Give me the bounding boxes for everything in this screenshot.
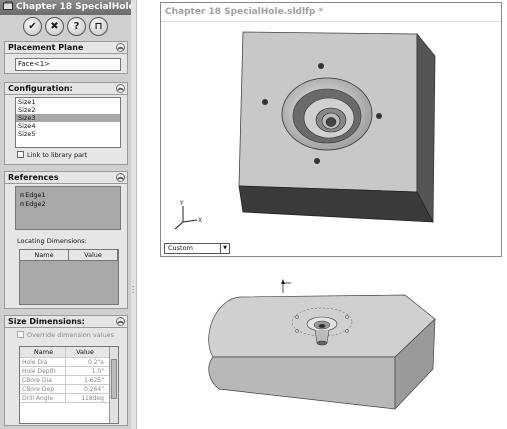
property-manager-title-text: Chapter 18 SpecialHole	[16, 2, 131, 12]
scrollbar-thumb[interactable]	[111, 359, 117, 399]
list-item[interactable]: Size4	[16, 122, 120, 130]
size-dimensions-header[interactable]: Size Dimensions: ︽	[5, 316, 127, 328]
property-manager: Chapter 18 SpecialHole ✔ ✖ ? ⊓ Placement…	[0, 0, 132, 429]
model-preview-viewport[interactable]	[195, 277, 445, 424]
list-item[interactable]: Size2	[16, 106, 120, 114]
table-row[interactable]: Hole Depth 1.0"	[20, 367, 118, 376]
collapse-icon[interactable]: ︽	[116, 84, 125, 93]
list-item[interactable]: ⍝Edge2	[16, 200, 120, 209]
cancel-icon: ✖	[50, 21, 59, 32]
column-header-name: Name	[20, 347, 66, 357]
pin-icon: ⍝	[20, 200, 25, 208]
override-label: Override dimension values	[27, 331, 115, 339]
help-icon: ?	[73, 21, 80, 32]
hole-center[interactable]	[318, 324, 326, 328]
table-row[interactable]: CBore Dep 0.264"	[20, 385, 118, 394]
placement-plane-group: Placement Plane ︽ Face<1>	[4, 41, 128, 74]
svg-text:X: X	[198, 217, 202, 224]
placement-plane-title: Placement Plane	[8, 43, 84, 52]
table-row[interactable]: Drill Angle 118deg	[20, 394, 118, 403]
table-cell: CBore Dia	[20, 376, 66, 384]
references-list: ⍝Edge1 ⍝Edge2	[15, 186, 121, 230]
table-cell: CBore Dep	[20, 385, 66, 393]
window-title: Chapter 18 SpecialHole.sldlfp *	[161, 3, 501, 22]
configuration-list: Size1 Size2 Size3 Size4 Size5	[15, 97, 121, 148]
collapse-icon[interactable]: ︽	[116, 173, 125, 182]
cancel-button[interactable]: ✖	[45, 17, 64, 36]
locating-dimensions-label: Locating Dimensions:	[17, 237, 87, 245]
locating-dimensions-table[interactable]: Name Value	[19, 249, 119, 305]
help-button[interactable]: ?	[67, 17, 86, 36]
table-row[interactable]: Hole Dia 0.2"e	[20, 358, 118, 367]
checkbox-box[interactable]	[17, 331, 24, 338]
collapse-icon[interactable]: ︽	[116, 317, 125, 326]
list-item[interactable]: Size5	[16, 130, 120, 138]
block-right-face	[416, 32, 436, 223]
rounded-block-model[interactable]	[195, 277, 445, 424]
placement-plane-field[interactable]: Face<1>	[15, 58, 121, 71]
block-front-face	[238, 185, 434, 223]
size-dimensions-group: Size Dimensions: ︽ Override dimension va…	[4, 315, 128, 426]
table-cell: 1.625"	[84, 377, 104, 384]
mounting-hole[interactable]	[318, 63, 324, 69]
list-item[interactable]: ⍝Edge1	[16, 191, 120, 200]
graphics-viewport[interactable]: + Y X	[161, 22, 501, 256]
action-buttons: ✔ ✖ ? ⊓	[0, 15, 131, 39]
table-cell: Drill Angle	[20, 394, 66, 402]
property-manager-title: Chapter 18 SpecialHole	[0, 0, 131, 15]
size-dimensions-table[interactable]: Name Value Hole Dia 0.2"e Hole Depth 1.0…	[19, 346, 119, 424]
panel-splitter[interactable]: · · ·	[131, 0, 137, 429]
pushpin-icon: ⊓	[94, 21, 103, 32]
table-cell: Hole Dia	[20, 358, 66, 366]
collapse-icon[interactable]: ︽	[116, 43, 125, 52]
link-to-library-label: Link to library part	[27, 151, 88, 159]
check-icon: ✔	[28, 21, 37, 32]
ok-button[interactable]: ✔	[23, 17, 42, 36]
table-header: Name Value	[20, 347, 118, 358]
vertical-scrollbar[interactable]	[109, 347, 118, 423]
svg-text:Y: Y	[179, 200, 184, 207]
origin-marker-icon	[281, 279, 291, 293]
column-header-value: Value	[76, 348, 94, 356]
size-dimensions-title: Size Dimensions:	[8, 317, 85, 326]
pushpin-button[interactable]: ⊓	[89, 17, 108, 36]
coordinate-triad-icon: Y X	[174, 200, 202, 230]
table-cell: 0.2"e	[88, 359, 104, 366]
mounting-hole[interactable]	[314, 158, 320, 164]
list-item-selected[interactable]: Size3	[16, 114, 120, 122]
chevron-down-icon[interactable]: ▼	[220, 244, 229, 253]
view-orientation-dropdown[interactable]: Custom ▼	[164, 243, 230, 254]
references-group: References ︽ ⍝Edge1 ⍝Edge2 Locating Dime…	[4, 171, 128, 309]
configuration-group: Configuration: ︽ Size1 Size2 Size3 Size4…	[4, 82, 128, 165]
column-header-name: Name	[20, 250, 69, 260]
table-row[interactable]: CBore Dia 1.625"	[20, 376, 118, 385]
splitter-grip-icon[interactable]: · · ·	[132, 284, 134, 297]
references-title: References	[8, 173, 59, 182]
table-cell: Hole Depth	[20, 367, 66, 375]
table-cell: 0.264"	[84, 386, 104, 393]
override-dimension-checkbox[interactable]: Override dimension values	[17, 331, 114, 339]
link-to-library-checkbox[interactable]: Link to library part	[17, 151, 87, 159]
list-item[interactable]: Size1	[16, 98, 120, 106]
mounting-hole[interactable]	[376, 113, 382, 119]
configuration-title: Configuration:	[8, 84, 73, 93]
graphics-window: Chapter 18 SpecialHole.sldlfp * +	[160, 2, 502, 257]
table-cell: 1.0"	[91, 368, 104, 375]
block-model[interactable]: + Y X	[161, 22, 501, 256]
table-cell: 118deg	[81, 395, 104, 402]
table-header: Name Value	[20, 250, 118, 261]
column-header-value: Value	[69, 250, 118, 260]
placement-plane-header[interactable]: Placement Plane ︽	[5, 42, 127, 54]
references-header[interactable]: References ︽	[5, 172, 127, 184]
library-feature-icon	[3, 0, 13, 10]
hole-center[interactable]	[325, 117, 337, 127]
view-orientation-value: Custom	[168, 244, 193, 252]
reference-label: Edge1	[25, 191, 46, 199]
rounded-block-front-face	[208, 356, 396, 410]
reference-label: Edge2	[25, 200, 46, 208]
pin-icon: ⍝	[20, 191, 25, 199]
configuration-header[interactable]: Configuration: ︽	[5, 83, 127, 95]
checkbox-box[interactable]	[17, 151, 24, 158]
mounting-hole[interactable]	[262, 99, 268, 105]
